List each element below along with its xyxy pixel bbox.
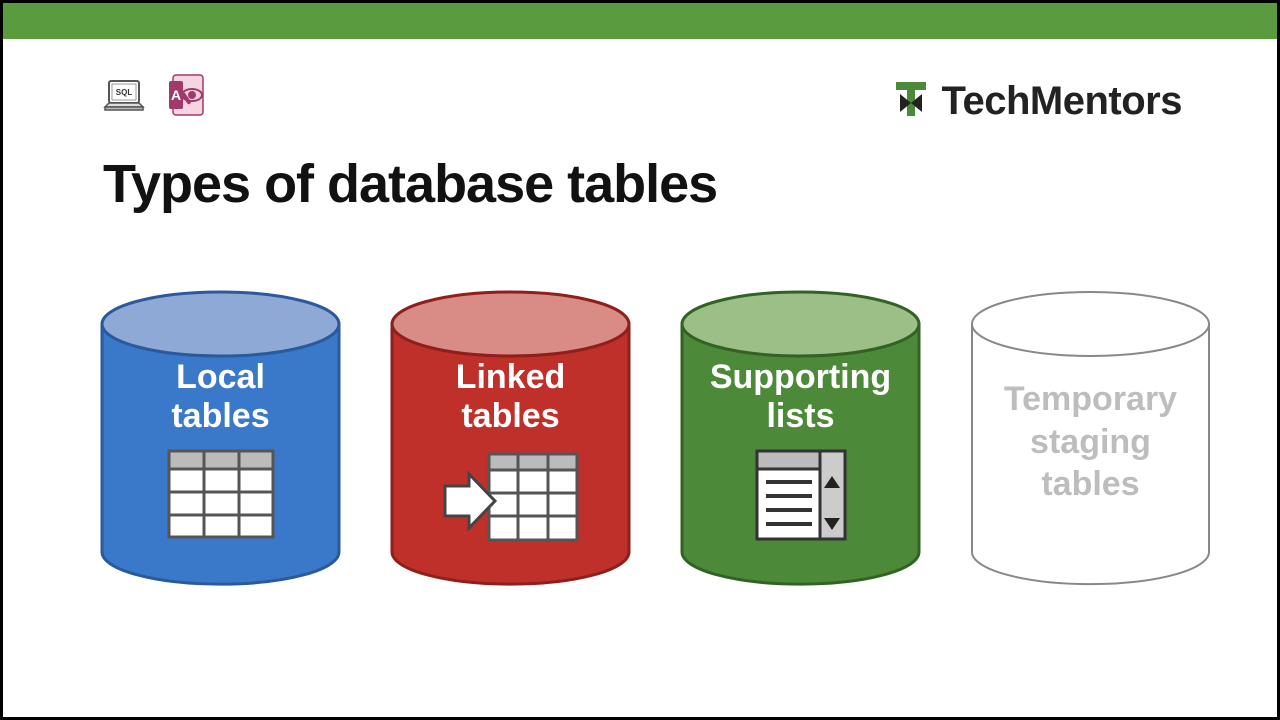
table-grid-icon [98,448,343,540]
top-accent-bar [3,3,1277,39]
ms-access-icon: A [167,73,207,117]
cylinder-row: Local tables Linked [98,288,1213,588]
cylinder-label: Temporary staging tables [968,378,1213,506]
brand-logo: TechMentors [892,78,1182,125]
cylinder-temporary-staging: Temporary staging tables [968,288,1213,588]
linked-table-icon [388,448,633,546]
brand-mark-icon [892,78,934,125]
cylinder-supporting-lists: Supporting lists [678,288,923,588]
cylinder-label: Local tables [98,358,343,436]
list-box-icon [678,448,923,542]
svg-text:A: A [171,87,181,103]
cylinder-label: Linked tables [388,358,633,436]
brand-text: TechMentors [942,79,1182,124]
header-icons: SQL A [103,73,207,117]
svg-text:SQL: SQL [116,88,133,97]
cylinder-local-tables: Local tables [98,288,343,588]
cylinder-linked-tables: Linked tables [388,288,633,588]
cylinder-label: Supporting lists [678,358,923,436]
slide-title: Types of database tables [103,153,717,215]
sql-laptop-icon: SQL [103,77,149,117]
